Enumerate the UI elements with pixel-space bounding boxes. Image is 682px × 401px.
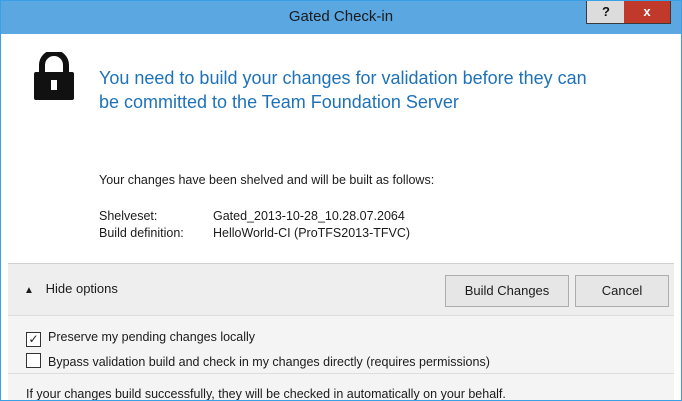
build-definition-value: HelloWorld-CI (ProTFS2013-TFVC) <box>213 226 411 240</box>
bypass-validation-checkbox[interactable]: Bypass validation build and check in my … <box>26 353 490 369</box>
hide-options-label: Hide options <box>45 281 118 296</box>
dialog-window: Gated Check-in ? x You need to build you… <box>0 0 682 401</box>
lock-icon <box>34 52 74 100</box>
build-definition-label: Build definition: <box>99 226 184 240</box>
options-bar: ▲ Hide options Build Changes Cancel <box>8 263 674 316</box>
bypass-validation-label: Bypass validation build and check in my … <box>48 355 490 369</box>
footer: If your changes build successfully, they… <box>8 373 674 401</box>
preserve-changes-label: Preserve my pending changes locally <box>48 330 256 344</box>
checkbox-unchecked[interactable] <box>26 353 41 368</box>
headline-line-1: You need to build your changes for valid… <box>99 68 587 88</box>
checkbox-checked[interactable]: ✓ <box>26 332 41 347</box>
footer-text: If your changes build successfully, they… <box>26 387 506 401</box>
build-changes-button[interactable]: Build Changes <box>445 275 569 307</box>
options-panel: ✓ Preserve my pending changes locally Byp… <box>8 315 674 374</box>
dialog-content: You need to build your changes for valid… <box>8 34 674 400</box>
close-button[interactable]: x <box>624 1 671 24</box>
title-bar: Gated Check-in ? x <box>1 1 681 34</box>
cancel-button[interactable]: Cancel <box>575 275 669 307</box>
hide-options-toggle[interactable]: ▲ Hide options <box>24 281 118 299</box>
headline-line-2: be committed to the Team Foundation Serv… <box>99 92 459 112</box>
description: Your changes have been shelved and will … <box>99 173 435 187</box>
shelveset-label: Shelveset: <box>99 209 158 223</box>
window-title: Gated Check-in <box>288 8 394 25</box>
preserve-changes-checkbox[interactable]: ✓ Preserve my pending changes locally <box>26 330 255 347</box>
shelveset-value: Gated_2013-10-28_10.28.07.2064 <box>213 209 405 223</box>
chevron-up-icon: ▲ <box>24 285 34 296</box>
help-button[interactable]: ? <box>586 1 626 24</box>
